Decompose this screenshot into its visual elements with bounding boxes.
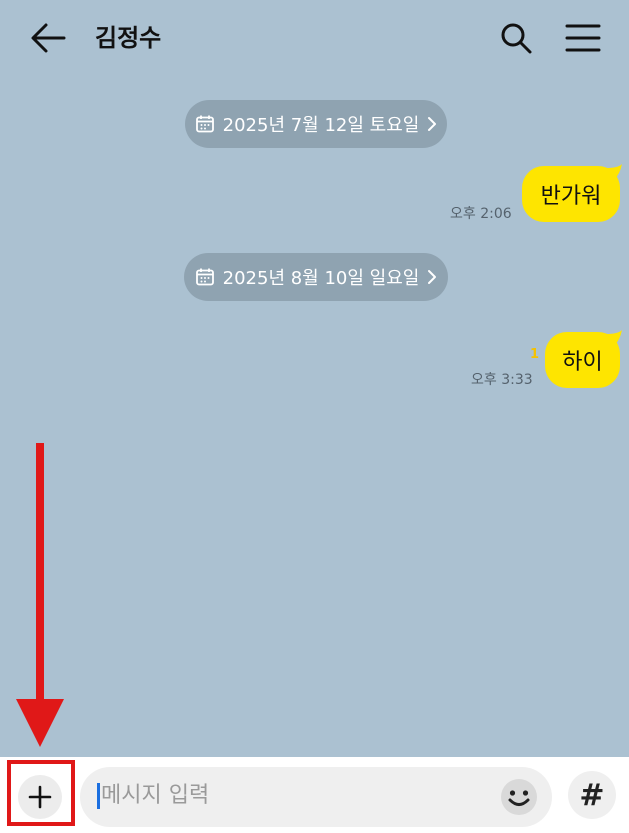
chat-header: 김정수	[0, 0, 629, 76]
chevron-right-icon	[428, 270, 437, 284]
message-time: 오후 3:33	[471, 372, 533, 388]
attach-plus-button[interactable]	[18, 775, 62, 819]
menu-button[interactable]	[563, 20, 603, 56]
message-input-placeholder: 메시지 입력	[101, 783, 210, 808]
unread-count: 1	[530, 347, 540, 362]
hashtag-button[interactable]: #	[568, 771, 616, 819]
message-bubble[interactable]: 반가워	[522, 166, 620, 222]
text-cursor	[97, 783, 100, 809]
message-text: 반가워	[540, 184, 602, 209]
date-divider[interactable]: 2025년 8월 10일 일요일	[184, 253, 448, 301]
date-divider[interactable]: 2025년 7월 12일 토요일	[185, 100, 447, 148]
chevron-right-icon	[428, 117, 437, 131]
search-button[interactable]	[498, 20, 534, 56]
back-button[interactable]	[28, 20, 68, 56]
date-divider-label: 2025년 8월 10일 일요일	[222, 268, 420, 289]
message-text: 하이	[562, 350, 603, 375]
date-divider-label: 2025년 7월 12일 토요일	[222, 115, 420, 136]
hamburger-menu-icon	[565, 24, 601, 52]
message-time: 오후 2:06	[450, 206, 512, 222]
calendar-icon	[195, 115, 214, 133]
chat-title: 김정수	[95, 24, 162, 52]
plus-icon	[28, 785, 52, 809]
emoji-button[interactable]	[499, 777, 539, 817]
hashtag-icon: #	[579, 777, 605, 813]
emoji-icon	[501, 779, 537, 815]
calendar-icon	[195, 268, 214, 286]
message-bubble[interactable]: 하이	[545, 332, 620, 388]
search-icon	[501, 23, 532, 54]
arrow-left-icon	[31, 23, 66, 53]
